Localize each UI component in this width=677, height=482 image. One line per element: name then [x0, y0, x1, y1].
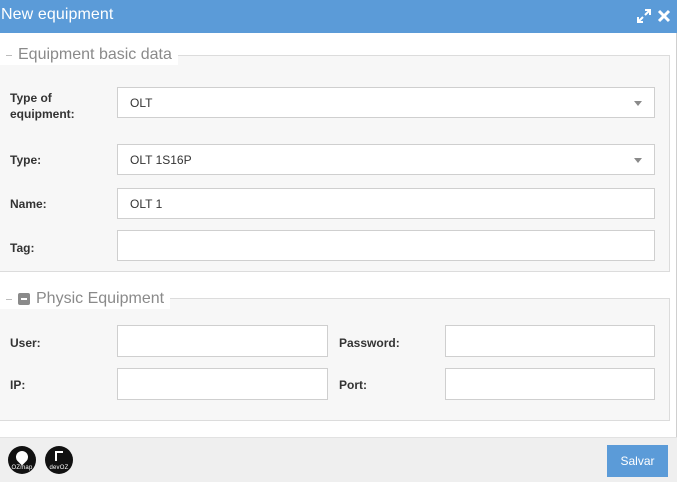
new-equipment-dialog: New equipment Equipment basic data Type …: [0, 0, 677, 482]
tag-input[interactable]: [117, 230, 655, 261]
name-value: OLT 1: [130, 196, 163, 211]
user-input[interactable]: [117, 325, 328, 357]
save-button[interactable]: Salvar: [607, 445, 668, 477]
name-input[interactable]: OLT 1: [117, 188, 655, 219]
close-icon[interactable]: [657, 8, 671, 23]
name-label: Name:: [10, 197, 47, 211]
legend-dash: [6, 298, 12, 300]
minus-square-icon[interactable]: [18, 293, 30, 305]
type-select[interactable]: OLT 1S16P: [117, 144, 655, 175]
legend-dash: [6, 54, 12, 56]
dialog-footer: OZmap devOZ: [0, 437, 677, 482]
chevron-down-icon: [634, 157, 642, 163]
basic-data-legend: Equipment basic data: [0, 45, 178, 65]
devoz-logo-text: devOZ: [49, 465, 69, 471]
type-of-equipment-value: OLT: [130, 95, 153, 110]
ip-label: IP:: [10, 378, 26, 392]
map-pin-icon: [13, 448, 31, 466]
chevron-down-icon: [634, 100, 642, 106]
physic-equipment-group: [0, 298, 670, 421]
type-value: OLT 1S16P: [130, 152, 192, 167]
physic-equipment-legend-text: Physic Equipment: [36, 290, 165, 307]
tag-label: Tag:: [10, 241, 35, 255]
ozmap-logo-text: OZmap: [11, 465, 33, 471]
type-label: Type:: [10, 153, 42, 167]
devoz-mark-icon: [55, 451, 63, 461]
dialog-title: New equipment: [1, 6, 114, 23]
type-of-equipment-select[interactable]: OLT: [117, 87, 655, 118]
ozmap-logo[interactable]: OZmap: [8, 446, 36, 474]
password-input[interactable]: [445, 325, 655, 357]
type-of-equipment-label: Type of equipment:: [10, 91, 75, 121]
password-label: Password:: [339, 336, 400, 350]
physic-equipment-legend[interactable]: Physic Equipment: [0, 289, 171, 309]
basic-data-legend-text: Equipment basic data: [18, 46, 172, 63]
port-label: Port:: [339, 378, 367, 392]
user-label: User:: [10, 336, 41, 350]
ip-input[interactable]: [117, 368, 328, 400]
port-input[interactable]: [445, 368, 655, 400]
devoz-logo[interactable]: devOZ: [45, 446, 73, 474]
dialog-titlebar[interactable]: New equipment: [0, 0, 677, 33]
maximize-icon[interactable]: [637, 8, 651, 23]
